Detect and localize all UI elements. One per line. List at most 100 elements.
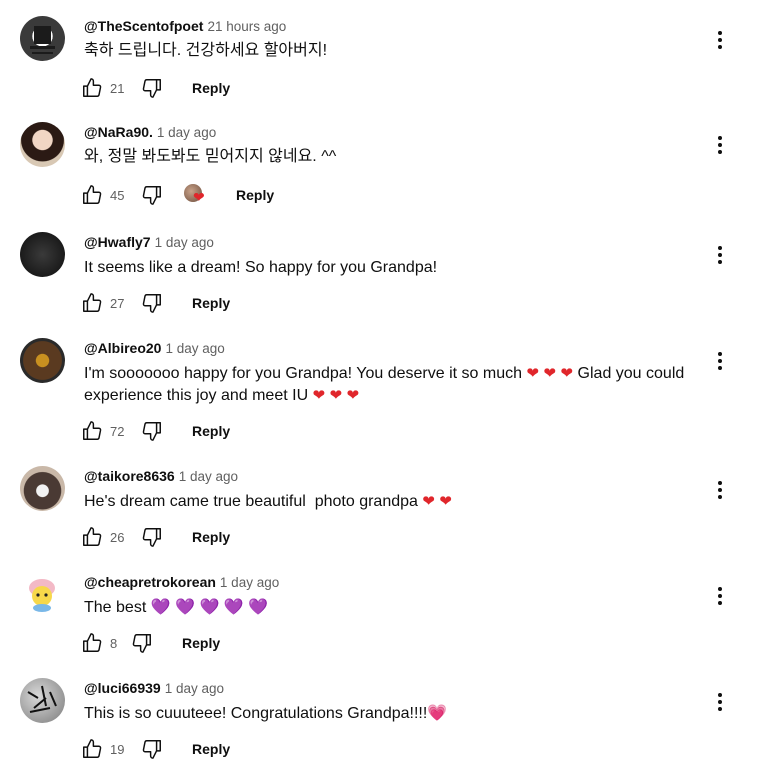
thumbs-down-icon[interactable]: [140, 76, 164, 100]
purple-heart-icon: 💜: [199, 599, 220, 616]
more-vert-icon[interactable]: [709, 691, 731, 713]
thumbs-up-icon[interactable]: [80, 291, 104, 315]
heart-icon: ❤: [193, 189, 205, 205]
purple-heart-icon: 💜: [150, 599, 171, 616]
like-count: 8: [110, 635, 118, 651]
comment-text: It seems like a dream! So happy for you …: [84, 259, 438, 276]
comment-actions: 8 Reply: [80, 631, 220, 655]
more-vert-icon[interactable]: [709, 350, 731, 372]
thumbs-down-icon[interactable]: [130, 631, 154, 655]
like-count: 19: [110, 741, 125, 757]
comment-text-part: I'm sooooooo happy for you Grandpa! You …: [84, 365, 527, 382]
thumbs-down-icon[interactable]: [140, 737, 164, 761]
comment-author[interactable]: @taikore8636: [84, 468, 175, 484]
comment-author[interactable]: @Albireo20: [84, 340, 161, 356]
reply-button[interactable]: Reply: [192, 295, 230, 311]
comment-time[interactable]: 1 day ago: [157, 125, 216, 140]
like-count: 27: [110, 295, 125, 311]
heart-icon: ❤: [329, 387, 343, 404]
comment-time[interactable]: 1 day ago: [165, 341, 224, 356]
comment-text-part: The best: [84, 599, 151, 616]
thumbs-down-icon[interactable]: [140, 291, 164, 315]
purple-heart-icon: 💜: [223, 599, 244, 616]
comment-author[interactable]: @NaRa90.: [84, 124, 153, 140]
comment-header: @luci66939 1 day ago: [84, 680, 224, 696]
comment-time[interactable]: 1 day ago: [220, 575, 279, 590]
comment-actions: 27 Reply: [80, 291, 230, 315]
reply-button[interactable]: Reply: [182, 635, 220, 651]
pink-heart-icon: 💗: [427, 705, 448, 722]
heart-icon: ❤: [346, 387, 360, 404]
comment-author[interactable]: @cheapretrokorean: [84, 574, 216, 590]
comment-time[interactable]: 1 day ago: [179, 469, 238, 484]
creator-heart-icon: ❤: [184, 184, 206, 206]
comment-text: This is so cuuuteee! Congratulations Gra…: [84, 703, 704, 725]
like-count: 21: [110, 80, 125, 96]
comments-list: @TheScentofpoet 21 hours ago 축하 드립니다. 건강하…: [0, 0, 766, 759]
avatar[interactable]: [20, 338, 65, 383]
heart-icon: ❤: [439, 493, 452, 510]
comment-text-part: He's dream came true beautiful photo gra…: [84, 493, 423, 510]
thumbs-down-icon[interactable]: [140, 525, 164, 549]
thumbs-up-icon[interactable]: [80, 419, 104, 443]
heart-icon: ❤: [422, 493, 435, 510]
more-vert-icon[interactable]: [709, 585, 731, 607]
heart-icon: ❤: [526, 365, 540, 382]
more-vert-icon[interactable]: [709, 29, 731, 51]
thumbs-up-icon[interactable]: [80, 183, 104, 207]
comment-author[interactable]: @Hwafly7: [84, 234, 151, 250]
reply-button[interactable]: Reply: [192, 529, 230, 545]
thumbs-up-icon[interactable]: [80, 737, 104, 761]
avatar[interactable]: [20, 572, 65, 617]
comment-header: @Hwafly7 1 day ago: [84, 234, 214, 250]
comment-author[interactable]: @luci66939: [84, 680, 161, 696]
thumbs-down-icon[interactable]: [140, 183, 164, 207]
purple-heart-icon: 💜: [175, 599, 195, 616]
comment-actions: 26 Reply: [80, 525, 230, 549]
like-count: 45: [110, 187, 125, 203]
heart-icon: ❤: [560, 365, 574, 382]
like-count: 72: [110, 423, 125, 439]
comment-header: @Albireo20 1 day ago: [84, 340, 225, 356]
comment-text-part: This is so cuuuteee! Congratulations Gra…: [84, 705, 428, 722]
avatar[interactable]: [20, 232, 65, 277]
comment-actions: 45 ❤ Reply: [80, 183, 274, 207]
comment-text: I'm sooooooo happy for you Grandpa! You …: [84, 363, 704, 407]
comment-header: @NaRa90. 1 day ago: [84, 124, 216, 140]
comment-text: 축하 드립니다. 건강하세요 할아버지!: [84, 42, 328, 59]
heart-icon: ❤: [312, 387, 326, 404]
more-vert-icon[interactable]: [709, 134, 731, 156]
comment-actions: 21 Reply: [80, 76, 230, 100]
comment-header: @TheScentofpoet 21 hours ago: [84, 18, 286, 34]
reply-button[interactable]: Reply: [236, 187, 274, 203]
thumbs-down-icon[interactable]: [140, 419, 164, 443]
comment-text: He's dream came true beautiful photo gra…: [84, 491, 704, 513]
avatar[interactable]: [20, 678, 65, 723]
reply-button[interactable]: Reply: [192, 80, 230, 96]
avatar-logo-icon: [30, 26, 55, 54]
comment-time[interactable]: 21 hours ago: [207, 19, 286, 34]
thumbs-up-icon[interactable]: [80, 525, 104, 549]
heart-icon: ❤: [543, 365, 557, 382]
comment-text: The best 💜 💜 💜 💜 💜: [84, 597, 704, 619]
comment-time[interactable]: 1 day ago: [155, 235, 214, 250]
reply-button[interactable]: Reply: [192, 423, 230, 439]
comment-text: 와, 정말 봐도봐도 믿어지지 않네요. ^^: [84, 148, 337, 165]
more-vert-icon[interactable]: [709, 479, 731, 501]
comment-header: @taikore8636 1 day ago: [84, 468, 238, 484]
like-count: 26: [110, 529, 125, 545]
comment-time[interactable]: 1 day ago: [165, 681, 224, 696]
sketch-avatar-icon: [27, 685, 57, 713]
avatar[interactable]: [20, 16, 65, 61]
avatar[interactable]: [20, 122, 65, 167]
more-vert-icon[interactable]: [709, 244, 731, 266]
avatar[interactable]: [20, 466, 65, 511]
thumbs-up-icon[interactable]: [80, 631, 104, 655]
purple-heart-icon: 💜: [248, 599, 269, 616]
comment-author[interactable]: @TheScentofpoet: [84, 18, 203, 34]
comment-actions: 19 Reply: [80, 737, 230, 761]
comment-actions: 72 Reply: [80, 419, 230, 443]
thumbs-up-icon[interactable]: [80, 76, 104, 100]
comment-header: @cheapretrokorean 1 day ago: [84, 574, 279, 590]
reply-button[interactable]: Reply: [192, 741, 230, 757]
